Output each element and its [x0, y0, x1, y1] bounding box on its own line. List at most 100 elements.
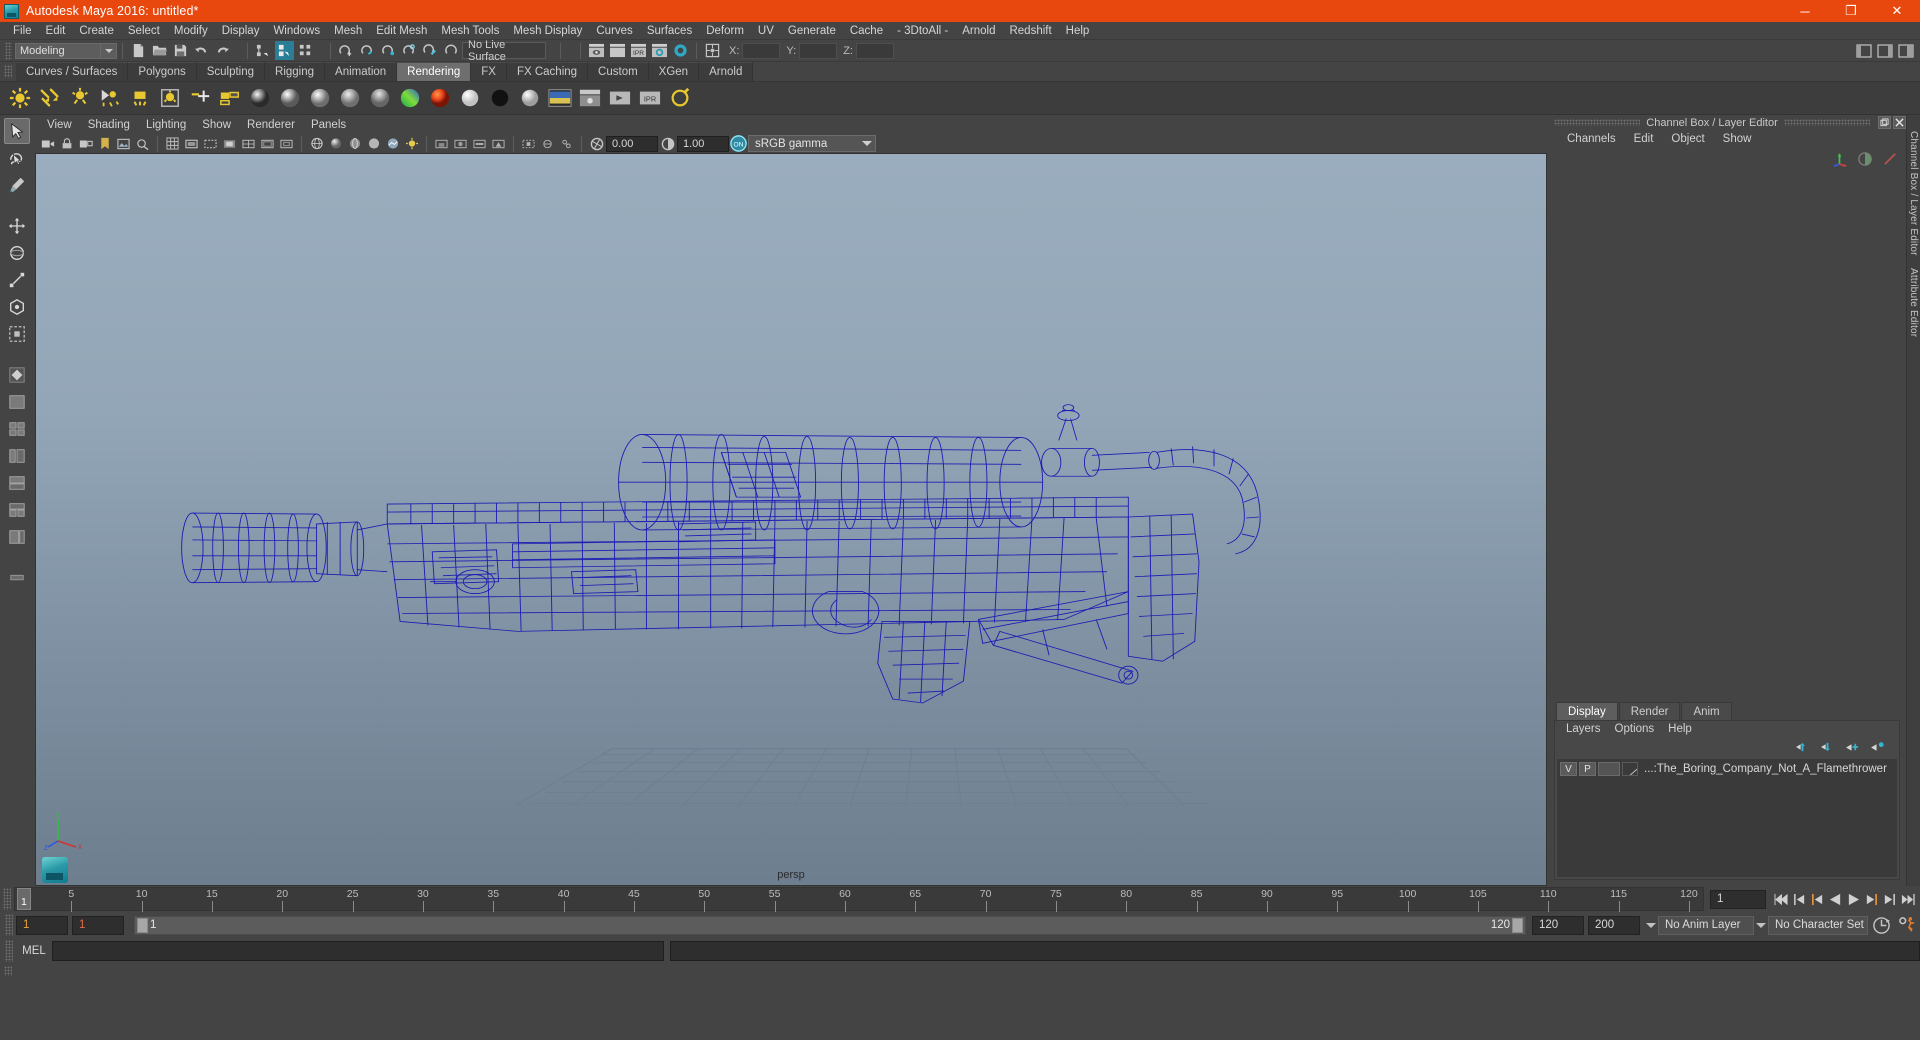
- hypershade-icon[interactable]: [671, 41, 690, 60]
- dock-drag-dots-right[interactable]: [1783, 119, 1870, 126]
- anim-layer-dropdown-arrow[interactable]: [1644, 916, 1658, 935]
- layer-editor-tab-render[interactable]: Render: [1618, 702, 1681, 720]
- layer-editor-menu-options[interactable]: Options: [1608, 721, 1662, 738]
- command-input-field[interactable]: [52, 941, 664, 961]
- layer-editor-tab-display[interactable]: Display: [1556, 702, 1618, 720]
- toggle-shading-icon[interactable]: [666, 84, 694, 112]
- shaded-wireframe-icon[interactable]: [346, 135, 363, 152]
- undo-icon[interactable]: [192, 41, 211, 60]
- save-scene-icon[interactable]: [171, 41, 190, 60]
- menu-item-help[interactable]: Help: [1059, 22, 1097, 40]
- area-light-icon[interactable]: [96, 84, 124, 112]
- persp-graph-layout-icon[interactable]: [4, 470, 30, 496]
- current-time-indicator[interactable]: 1: [17, 888, 31, 910]
- anisotropic-material-icon[interactable]: [366, 84, 394, 112]
- menu-item-generate[interactable]: Generate: [781, 22, 843, 40]
- side-tab-channel-box-layer-editor[interactable]: Channel Box / Layer Editor: [1908, 125, 1919, 262]
- shelf-tab-xgen[interactable]: XGen: [648, 62, 700, 81]
- menu-item-windows[interactable]: Windows: [266, 22, 327, 40]
- point-light-icon[interactable]: [6, 84, 34, 112]
- paint-select-tool-icon[interactable]: [4, 172, 30, 198]
- viewport-menu-renderer[interactable]: Renderer: [239, 117, 303, 134]
- menu-item-surfaces[interactable]: Surfaces: [640, 22, 699, 40]
- render-settings-shelf-icon[interactable]: [576, 84, 604, 112]
- time-slider-track[interactable]: 1 5 10 15 20 25 30 35 40 45 50 55 60 65 70 75 80 85 90 95 1…: [14, 887, 1704, 912]
- snap-to-view-plane-icon[interactable]: [421, 41, 440, 60]
- range-slider-left-handle[interactable]: [137, 917, 148, 933]
- viewport-menu-lighting[interactable]: Lighting: [138, 117, 194, 134]
- layer-playback-toggle[interactable]: P: [1579, 762, 1596, 776]
- field-chart-icon[interactable]: [240, 135, 257, 152]
- current-frame-field[interactable]: 1: [1710, 889, 1766, 909]
- gamma-icon[interactable]: [659, 135, 676, 152]
- minimize-button[interactable]: ─: [1782, 0, 1828, 22]
- viewport-menu-shading[interactable]: Shading: [80, 117, 138, 134]
- create-camera-aim-icon[interactable]: [186, 84, 214, 112]
- coord-y-field[interactable]: [799, 42, 838, 59]
- range-slider-grip[interactable]: [5, 914, 13, 936]
- new-layer-from-selected-icon[interactable]: [1870, 741, 1885, 756]
- render-current-frame-icon[interactable]: [587, 41, 606, 60]
- dock-close-button[interactable]: [1893, 116, 1906, 129]
- coord-z-field[interactable]: [855, 42, 894, 59]
- four-view-layout-icon[interactable]: [4, 416, 30, 442]
- batch-render-icon[interactable]: [606, 84, 634, 112]
- render-view-icon[interactable]: [546, 84, 574, 112]
- motion-blur-icon[interactable]: [471, 135, 488, 152]
- step-forward-frame-button[interactable]: [1862, 889, 1880, 909]
- layer-editor-menu-help[interactable]: Help: [1661, 721, 1699, 738]
- channel-box-menu-object[interactable]: Object: [1662, 130, 1713, 148]
- shelf-tab-rendering[interactable]: Rendering: [397, 62, 472, 81]
- volume-light-icon[interactable]: [126, 84, 154, 112]
- bookmark-icon[interactable]: [96, 135, 113, 152]
- safe-title-icon[interactable]: [278, 135, 295, 152]
- layer-editor-menu-layers[interactable]: Layers: [1559, 721, 1608, 738]
- toolbar-grip[interactable]: [5, 41, 12, 60]
- phonge-material-icon[interactable]: [336, 84, 364, 112]
- move-layer-up-icon[interactable]: [1795, 741, 1810, 756]
- shelf-tab-fx-caching[interactable]: FX Caching: [506, 62, 589, 81]
- channel-box-body[interactable]: [1548, 148, 1906, 701]
- new-layer-icon[interactable]: [1845, 741, 1860, 756]
- play-backwards-button[interactable]: [1826, 889, 1844, 909]
- step-back-key-button[interactable]: [1790, 889, 1808, 909]
- time-slider-grip[interactable]: [3, 888, 11, 910]
- add-layout-icon[interactable]: [4, 565, 30, 591]
- maximize-button[interactable]: ❐: [1828, 0, 1874, 22]
- animation-preferences-icon[interactable]: [1894, 916, 1920, 935]
- wireframe-model-flamethrower[interactable]: [36, 154, 1546, 885]
- menu-item-redshift[interactable]: Redshift: [1002, 22, 1058, 40]
- select-tool-icon[interactable]: [4, 118, 30, 144]
- go-to-end-button[interactable]: [1898, 889, 1916, 909]
- menu-item-select[interactable]: Select: [121, 22, 167, 40]
- animation-end-time-field[interactable]: 200: [1588, 915, 1640, 935]
- wireframe-shading-icon[interactable]: [308, 135, 325, 152]
- make-live-icon[interactable]: [442, 41, 461, 60]
- move-layer-down-icon[interactable]: [1820, 741, 1835, 756]
- use-background-shader-icon[interactable]: [456, 84, 484, 112]
- smooth-shade-all-icon[interactable]: [327, 135, 344, 152]
- multisample-aa-icon[interactable]: [490, 135, 507, 152]
- menu-item-mesh[interactable]: Mesh: [327, 22, 369, 40]
- animation-start-time-field[interactable]: 1: [16, 915, 68, 935]
- close-button[interactable]: ✕: [1874, 0, 1920, 22]
- film-gate-icon[interactable]: [183, 135, 200, 152]
- range-slider-right-handle[interactable]: [1512, 917, 1523, 933]
- phong-material-icon[interactable]: [306, 84, 334, 112]
- isolate-select-icon[interactable]: [520, 135, 537, 152]
- menuset-dropdown-arrow[interactable]: [101, 42, 117, 59]
- shelf-tab-custom[interactable]: Custom: [588, 62, 649, 81]
- universal-manipulator-icon[interactable]: [4, 294, 30, 320]
- gate-mask-icon[interactable]: [221, 135, 238, 152]
- scale-tool-icon[interactable]: [4, 267, 30, 293]
- viewport-menu-view[interactable]: View: [39, 117, 80, 134]
- directional-light-icon[interactable]: [36, 84, 64, 112]
- step-forward-key-button[interactable]: [1880, 889, 1898, 909]
- channel-box-menu-edit[interactable]: Edit: [1625, 130, 1663, 148]
- step-back-frame-button[interactable]: [1808, 889, 1826, 909]
- shelf-tab-rigging[interactable]: Rigging: [265, 62, 326, 81]
- shelf-grip[interactable]: [4, 65, 12, 78]
- exposure-field[interactable]: 0.00: [606, 135, 658, 152]
- select-camera-icon[interactable]: [39, 135, 56, 152]
- render-settings-icon[interactable]: [650, 41, 669, 60]
